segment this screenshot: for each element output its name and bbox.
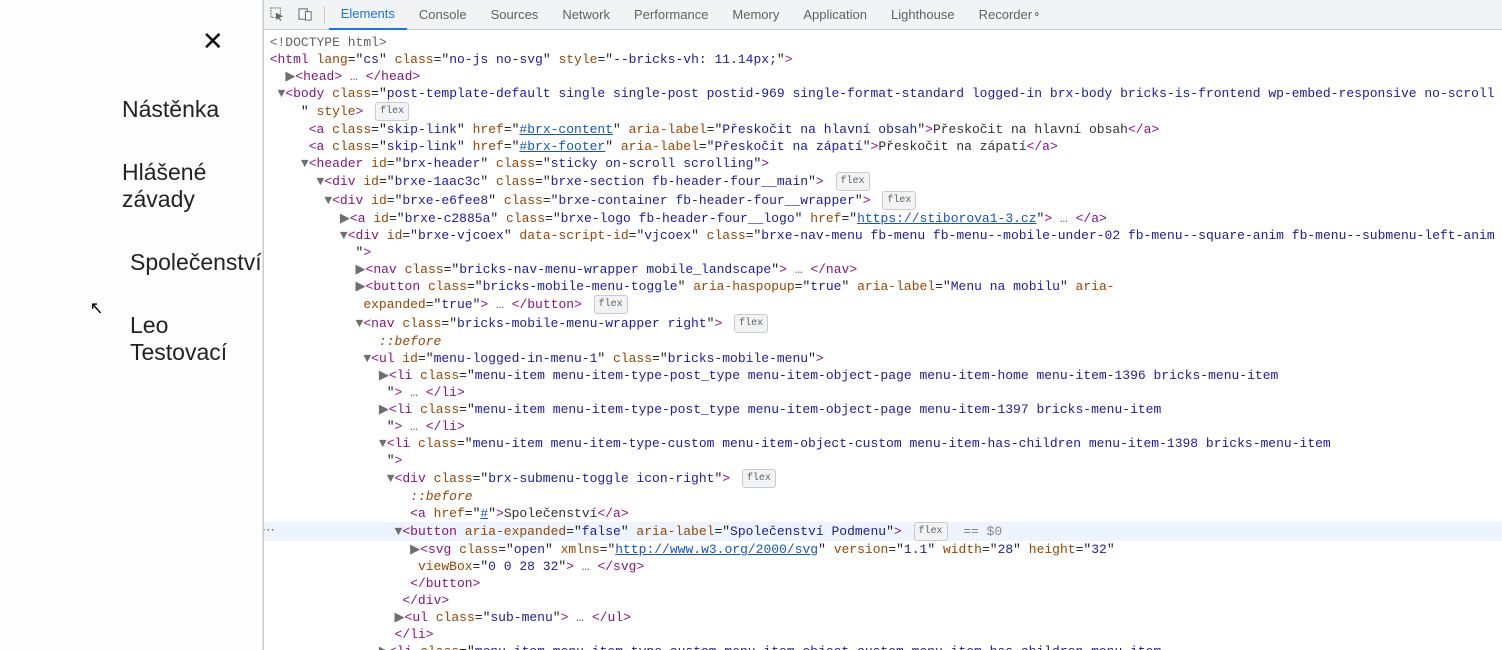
tab-elements[interactable]: Elements: [329, 0, 407, 30]
devtools: Elements Console Sources Network Perform…: [263, 0, 1502, 650]
page-mobile-menu: ✕ Nástěnka Hlášené závady Společenství L…: [0, 0, 263, 650]
tab-network[interactable]: Network: [550, 0, 622, 30]
tab-application[interactable]: Application: [791, 0, 879, 30]
menu-item-leo-testovaci[interactable]: Leo Testovací: [0, 294, 262, 384]
close-icon[interactable]: ✕: [202, 28, 224, 54]
elements-tree[interactable]: <!DOCTYPE html> <html lang="cs" class="n…: [264, 30, 1502, 650]
menu-item-spolecenstvi[interactable]: Společenství: [0, 231, 262, 294]
tab-performance[interactable]: Performance: [622, 0, 720, 30]
inspect-icon[interactable]: [266, 3, 290, 27]
tab-memory[interactable]: Memory: [720, 0, 791, 30]
devtools-tab-strip: Elements Console Sources Network Perform…: [329, 0, 1054, 30]
device-toolbar-icon[interactable]: [294, 3, 318, 27]
devtools-toolbar: Elements Console Sources Network Perform…: [264, 0, 1502, 30]
tab-recorder[interactable]: Recorder ⚬: [967, 0, 1054, 30]
menu-item-nastenka[interactable]: Nástěnka: [0, 78, 262, 141]
tab-console[interactable]: Console: [407, 0, 479, 30]
menu-item-hlasene-zavady[interactable]: Hlášené závady: [0, 141, 262, 231]
tab-lighthouse[interactable]: Lighthouse: [879, 0, 967, 30]
tab-sources[interactable]: Sources: [479, 0, 551, 30]
mobile-menu-list: Nástěnka Hlášené závady Společenství Leo…: [0, 78, 262, 384]
